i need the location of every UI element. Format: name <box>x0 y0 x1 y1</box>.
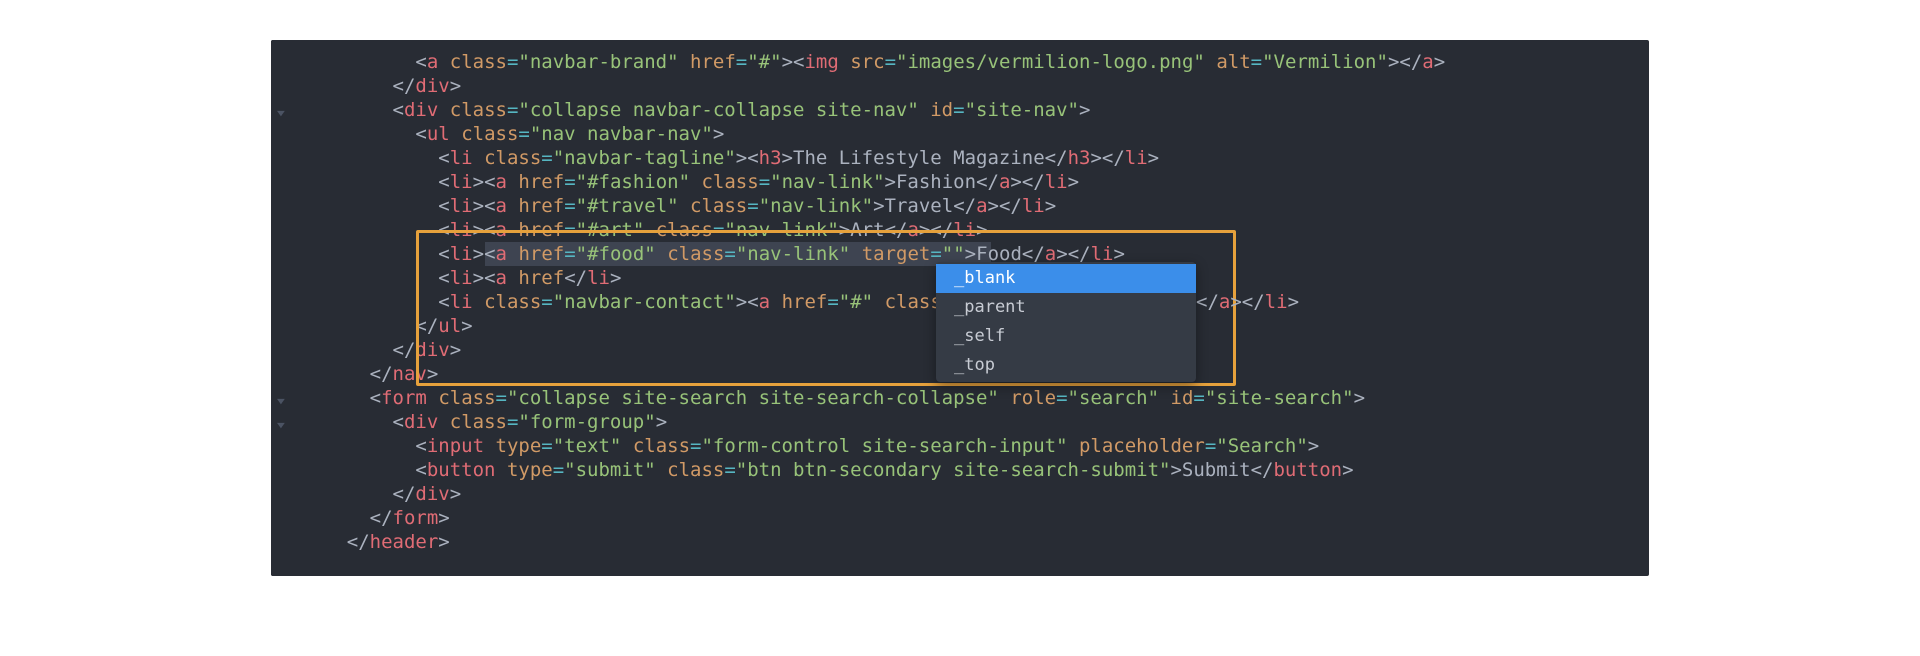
code-line[interactable]: <li><a href="#art" class="nav-link">Art<… <box>301 218 1445 242</box>
gutter: ▼ ▼ ▼ <box>271 40 301 576</box>
code-line[interactable]: <li class="navbar-tagline"><h3>The Lifes… <box>301 146 1445 170</box>
code-line[interactable]: <li><a href="#food" class="nav-link" tar… <box>301 242 1445 266</box>
code-line[interactable]: <div class="form-group"> <box>301 410 1445 434</box>
code-line[interactable]: </header> <box>301 530 1445 554</box>
code-fragment-after-popup: </a></li> <box>1196 290 1299 314</box>
autocomplete-item[interactable]: _self <box>936 322 1196 351</box>
code-line[interactable]: </ul> <box>301 314 1445 338</box>
code-line[interactable]: <li><a href="#fashion" class="nav-link">… <box>301 170 1445 194</box>
code-line[interactable]: <form class="collapse site-search site-s… <box>301 386 1445 410</box>
code-line[interactable]: <div class="collapse navbar-collapse sit… <box>301 98 1445 122</box>
fold-marker-icon[interactable]: ▼ <box>277 394 285 411</box>
autocomplete-popup[interactable]: _blank_parent_self_top <box>936 262 1196 382</box>
autocomplete-item[interactable]: _blank <box>936 264 1196 293</box>
code-line[interactable]: <a class="navbar-brand" href="#"><img sr… <box>301 50 1445 74</box>
autocomplete-item[interactable]: _top <box>936 351 1196 380</box>
code-line[interactable]: <ul class="nav navbar-nav"> <box>301 122 1445 146</box>
code-editor[interactable]: ▼ ▼ ▼ <a class="navbar-brand" href="#"><im… <box>271 40 1649 576</box>
code-line[interactable]: <button type="submit" class="btn btn-sec… <box>301 458 1445 482</box>
autocomplete-item[interactable]: _parent <box>936 293 1196 322</box>
code-line[interactable]: <li><a href</li> <box>301 266 1445 290</box>
code-line[interactable]: </div> <box>301 482 1445 506</box>
code-line[interactable]: <li><a href="#travel" class="nav-link">T… <box>301 194 1445 218</box>
code-line[interactable]: </div> <box>301 74 1445 98</box>
code-line[interactable]: </form> <box>301 506 1445 530</box>
fold-marker-icon[interactable]: ▼ <box>277 418 285 435</box>
code-line[interactable]: <input type="text" class="form-control s… <box>301 434 1445 458</box>
code-line[interactable]: </nav> <box>301 362 1445 386</box>
code-line[interactable]: </div> <box>301 338 1445 362</box>
fold-marker-icon[interactable]: ▼ <box>277 106 285 123</box>
